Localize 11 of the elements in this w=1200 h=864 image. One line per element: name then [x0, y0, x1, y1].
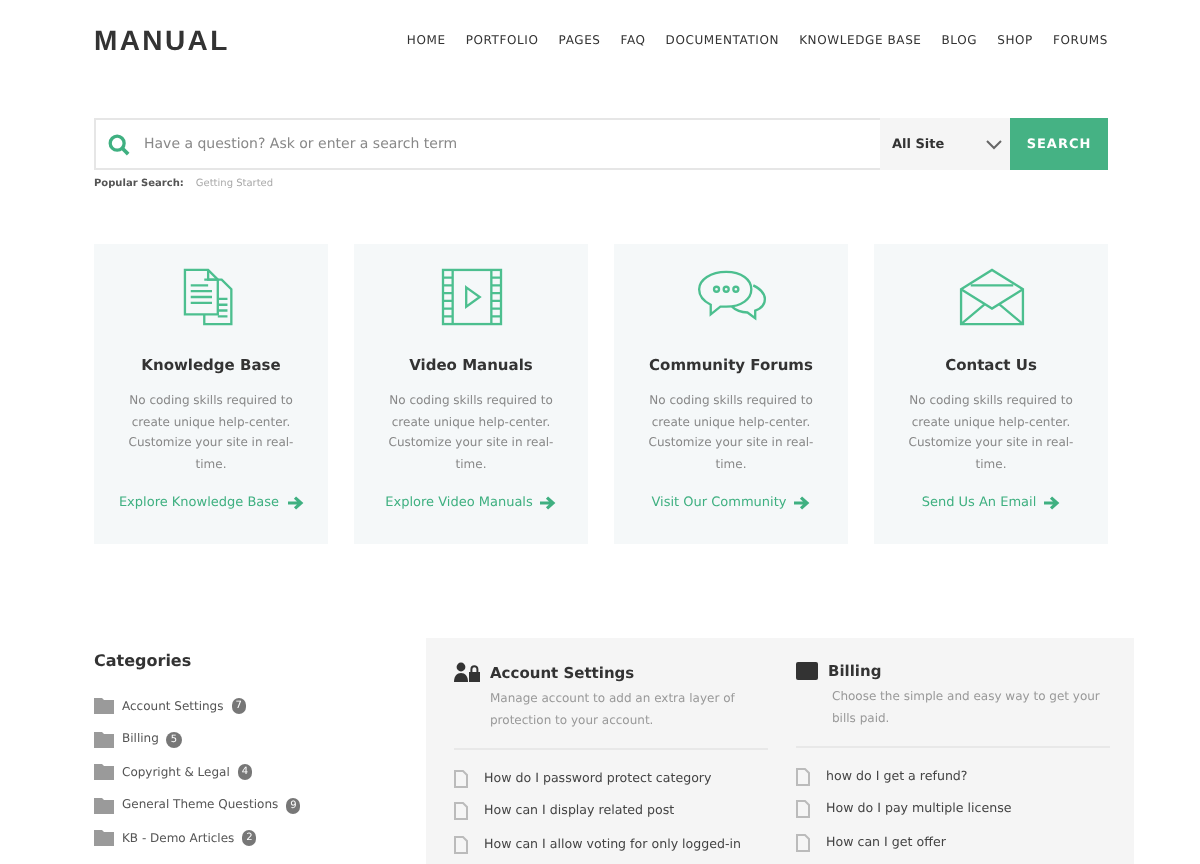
- site-logo[interactable]: MANUAL: [94, 24, 230, 56]
- envelope-icon: [957, 268, 1025, 326]
- chat-bubbles-icon: [695, 268, 767, 326]
- categories-heading: Categories: [94, 652, 194, 670]
- film-play-icon: [439, 268, 503, 326]
- arrow-right-icon: [1044, 495, 1061, 509]
- arrow-right-icon: [794, 495, 811, 509]
- chevron-down-icon: [986, 139, 1002, 149]
- arrow-right-icon: [540, 495, 557, 509]
- arrow-right-icon: [287, 495, 304, 509]
- users-lock-icon: [454, 662, 480, 682]
